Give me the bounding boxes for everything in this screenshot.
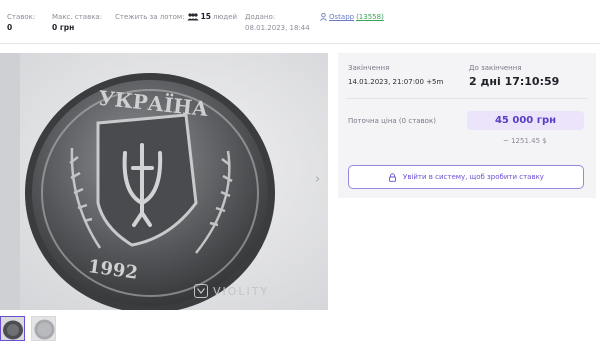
watching-suffix: людей (213, 13, 238, 21)
seller-stat: Ostapp (13558) (320, 12, 384, 22)
added-stat: Додано: 08.01.2023, 18:44 (245, 12, 310, 34)
end-label: Закінчення (348, 64, 390, 72)
current-price-value: 45 000 грн (467, 111, 584, 130)
max-bid-value: 0 грн (52, 23, 75, 32)
seller-line: Ostapp (13558) (320, 12, 384, 22)
login-to-bid-label: Увійти в систему, щоб зробити ставку (403, 173, 544, 181)
thumbnail-1[interactable] (0, 316, 25, 341)
bids-value: 0 (7, 23, 13, 32)
max-bid-stat: Макс. ставка: 0 грн (52, 12, 102, 34)
watching-stat: Стежить за лотом: 15 людей (115, 12, 237, 22)
violity-logo-icon (194, 284, 208, 298)
violity-watermark: VIOLITY (194, 284, 269, 298)
remaining-label: До закінчення (469, 64, 522, 72)
panel-divider (346, 98, 588, 99)
thumbnail-strip (0, 316, 56, 341)
remaining-value: 2 дні 17:10:59 (469, 75, 560, 88)
current-price-label: Поточна ціна (0 ставок) (348, 117, 436, 125)
seller-rating-link[interactable]: (13558) (356, 12, 384, 22)
people-icon (186, 13, 199, 21)
auction-panel: Закінчення 14.01.2023, 21:07:00 +5m До з… (338, 53, 596, 198)
bids-stat: Ставок: 0 (7, 12, 35, 34)
added-value: 08.01.2023, 18:44 (245, 24, 310, 32)
main-lot-photo[interactable]: УКРАЇНА 1992 (0, 53, 328, 310)
coin-image: УКРАЇНА 1992 (0, 53, 328, 310)
seller-name-link[interactable]: Ostapp (329, 12, 354, 22)
login-to-bid-button[interactable]: Увійти в систему, щоб зробити ставку (348, 165, 584, 189)
usd-equivalent: ~ 1251.45 $ (503, 137, 547, 145)
thumbnail-2[interactable] (31, 316, 56, 341)
bids-label: Ставок: (7, 13, 36, 21)
added-label: Додано: (245, 13, 276, 21)
watching-count: 15 (200, 12, 211, 21)
gallery-next-arrow[interactable]: › (315, 173, 320, 187)
watching-line: Стежить за лотом: 15 людей (115, 12, 237, 22)
max-bid-label: Макс. ставка: (52, 13, 103, 21)
user-icon (320, 13, 327, 21)
lot-stats-bar: Ставок: 0 Макс. ставка: 0 грн Стежить за… (0, 0, 600, 44)
lock-icon (389, 172, 396, 182)
watermark-text: VIOLITY (213, 284, 270, 298)
end-value: 14.01.2023, 21:07:00 +5m (348, 78, 444, 86)
watching-label: Стежить за лотом: (115, 13, 185, 21)
